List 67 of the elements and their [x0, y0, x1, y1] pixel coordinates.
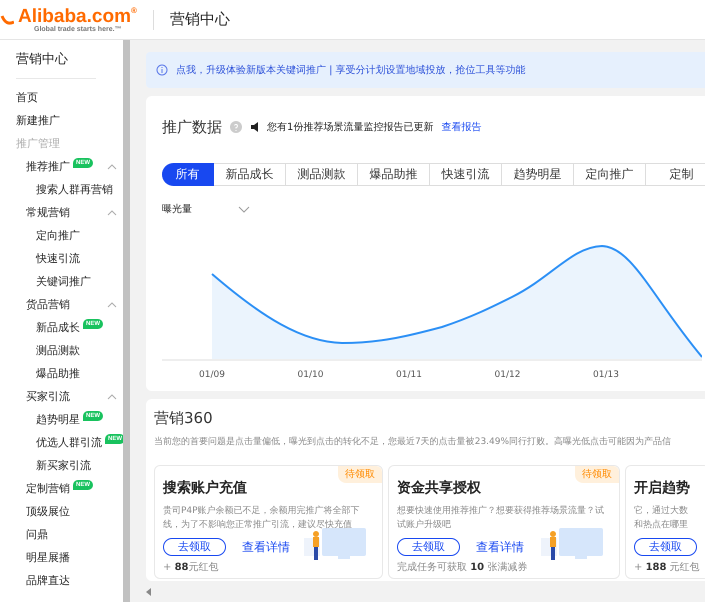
sidebar-title: 营销中心	[16, 50, 96, 78]
axis-label: 01/12	[494, 370, 520, 380]
card-description: 想要快速使用推荐推广？想要获得推荐场景流量？试试账户升级吧	[397, 504, 605, 532]
reward-text: + 88元红包	[163, 561, 220, 575]
sidebar-item[interactable]: 搜索人群再营销	[36, 182, 113, 198]
details-link[interactable]: 查看详情	[476, 538, 524, 556]
sidebar-item[interactable]: 货品营销	[26, 296, 70, 314]
sidebar-item[interactable]: 优选人群引流	[36, 434, 102, 452]
filter-tab[interactable]: 所有	[162, 162, 214, 186]
axis-label: 01/13	[593, 370, 619, 380]
notice-text: 您有1份推荐场景流量监控报告已更新	[267, 120, 434, 135]
section-title: 营销360	[154, 408, 214, 429]
filter-tab[interactable]: 快速引流	[430, 162, 502, 186]
claim-button[interactable]: 去领取	[397, 538, 460, 556]
filter-tab[interactable]: 定制	[646, 162, 705, 186]
sidebar-item[interactable]: 新买家引流	[36, 458, 91, 474]
section-title: 推广数据	[162, 117, 222, 138]
sidebar-item[interactable]: 顶级展位	[26, 504, 70, 520]
sidebar-item[interactable]: 测品测款	[36, 342, 80, 360]
scroll-left-icon	[146, 588, 151, 596]
speaker-icon	[250, 121, 259, 134]
card-title: 资金共享授权	[397, 478, 482, 498]
logo-text: Alibaba.com®	[18, 6, 137, 26]
sidebar-item[interactable]: 关键词推广	[36, 274, 91, 290]
claim-button[interactable]: 去领取	[163, 538, 226, 556]
filter-tab[interactable]: 定向推广	[574, 162, 646, 186]
axis-label: 01/10	[298, 370, 324, 380]
reward-text: 完成任务可获取 10 张满减券	[397, 560, 528, 575]
card-title: 搜索账户充值	[163, 478, 248, 498]
sidebar-item[interactable]: 新建推广	[16, 112, 60, 130]
help-icon	[230, 121, 242, 134]
axis-label: 01/09	[199, 370, 225, 380]
report-link[interactable]: 查看报告	[441, 120, 482, 135]
scrollbar[interactable]	[123, 40, 130, 602]
summary-text: 当前您的首要问题是点击量偏低，曝光到点击的转化不足，您最近7天的点击量被23.49%同行打败。高曝光低点击可能因为产品信	[154, 436, 672, 448]
sidebar-item[interactable]: 明星展播	[26, 550, 70, 566]
status-tag: 待领取	[575, 466, 619, 483]
sidebar-item[interactable]: 趋势明星	[36, 412, 80, 428]
reward-text: + 188 元红包	[634, 561, 701, 575]
card-title: 开启趋势	[634, 478, 691, 498]
details-link[interactable]: 查看详情	[242, 538, 290, 556]
sidebar-item[interactable]: 买家引流	[26, 388, 70, 406]
sidebar-item[interactable]: 快速引流	[36, 250, 80, 268]
axis-label: 01/11	[396, 370, 422, 380]
sidebar-item[interactable]: 定向推广	[36, 228, 80, 244]
status-tag: 待领取	[338, 466, 382, 483]
filter-tab[interactable]: 爆品助推	[358, 162, 430, 186]
sidebar-item[interactable]: 品牌直达	[26, 572, 70, 590]
claim-button[interactable]: 去领取	[634, 538, 697, 556]
filter-tab[interactable]: 趋势明星	[502, 162, 574, 186]
sidebar-section: 推广管理	[16, 136, 60, 152]
filter-tab[interactable]: 测品测款	[286, 162, 358, 186]
sidebar-item[interactable]: 首页	[16, 90, 38, 106]
chevron-down-icon	[238, 206, 250, 212]
info-icon	[156, 64, 168, 76]
sidebar-item[interactable]: 定制营销	[26, 480, 70, 498]
sidebar-item[interactable]: 新品成长	[36, 320, 80, 336]
sidebar-item[interactable]: 问鼎	[26, 526, 48, 544]
card-description: 贵司P4P账户余额已不足，余额用完推广将全部下线，为了不影响您正常推广引流，建议尽快充值	[163, 504, 361, 532]
sidebar-item[interactable]: 推荐推广	[26, 158, 70, 176]
page-title: 营销中心	[170, 9, 230, 30]
card-description: 它，通过大数和热点在哪里	[634, 504, 689, 532]
metric-dropdown[interactable]: 曝光量	[162, 202, 250, 216]
filter-tab[interactable]: 新品成长	[214, 162, 286, 186]
sidebar-item[interactable]: 爆品助推	[36, 366, 80, 382]
illustration-drawing	[539, 526, 605, 560]
sidebar-item[interactable]: 常规营销	[26, 204, 70, 222]
